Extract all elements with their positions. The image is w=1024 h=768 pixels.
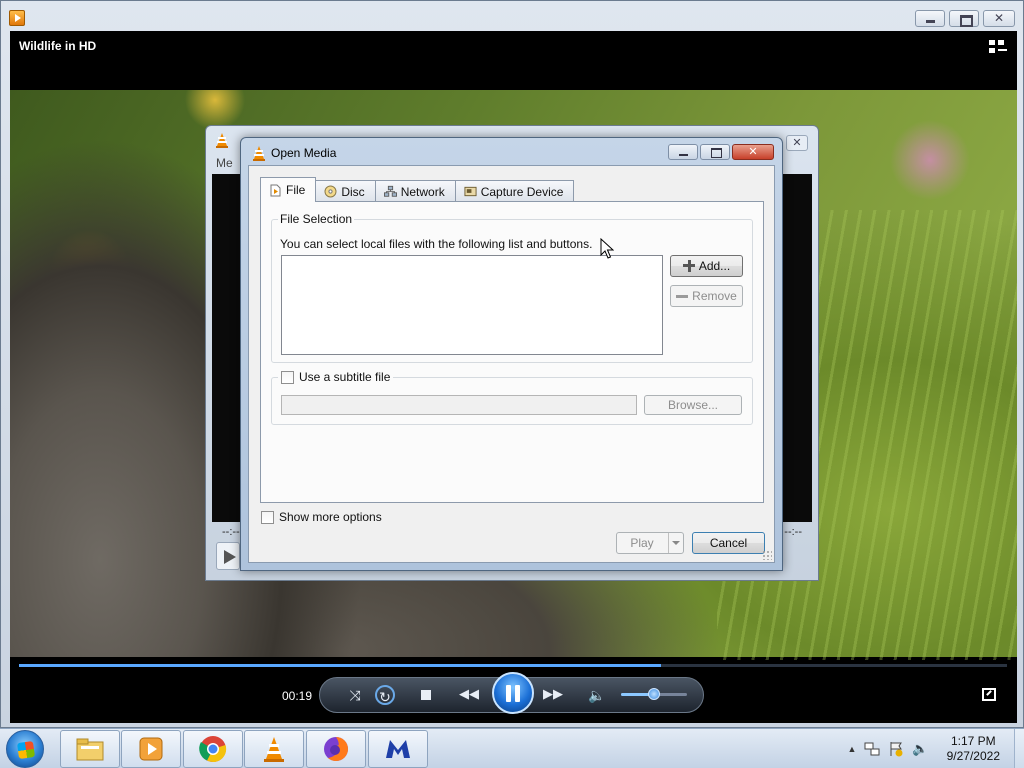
show-more-options-checkbox[interactable] [261,510,274,524]
play-button-label: Play [630,536,654,550]
dialog-close-button[interactable] [732,144,774,160]
show-more-options-label[interactable]: Show more options [279,510,382,524]
tab-network-label: Network [400,184,445,199]
add-button-label: Add... [698,259,731,273]
cancel-button[interactable]: Cancel [692,532,765,554]
wmp-app-icon [9,10,25,26]
taskbar-malwarebytes[interactable] [368,730,428,768]
vlc-time-elapsed: --:-- [222,526,240,538]
tab-capture-device-label: Capture Device [480,184,564,199]
subtitle-checkbox-row[interactable]: Use a subtitle file [278,370,394,384]
file-explorer-icon [76,738,104,761]
subtitle-group: Use a subtitle file Browse... [271,370,753,425]
file-selection-title: File Selection [278,212,355,226]
taskbar-firefox[interactable] [306,730,366,768]
network-status-icon[interactable] [864,741,880,757]
show-more-options-row[interactable]: Show more options [261,510,382,524]
malwarebytes-icon [386,740,410,758]
subtitle-path-field [281,395,637,415]
dialog-minimize-button[interactable] [668,144,698,160]
close-button[interactable] [983,10,1015,27]
file-selection-hint: You can select local files with the foll… [280,237,593,251]
file-icon [270,184,281,196]
action-center-flag-icon[interactable] [888,741,904,757]
cancel-button-label: Cancel [709,536,748,550]
tab-bar: File Disc Network Capture Device [260,177,575,202]
elapsed-time: 00:19 [282,689,313,703]
taskbar: ▲ 🔈 1:17 PM 9/27/2022 [0,728,1024,768]
browse-button[interactable]: Browse... [644,395,742,415]
play-dropdown-arrow-icon[interactable] [668,533,683,553]
mute-icon[interactable]: 🔈 [586,685,608,705]
maximize-button[interactable] [949,10,979,27]
windows-media-player-icon [139,737,163,761]
seek-progress [19,664,662,667]
disc-icon [324,185,337,198]
remove-button-label: Remove [692,289,737,303]
dialog-body: File Disc Network Capture Device File Se… [248,165,775,563]
file-list[interactable] [281,255,663,355]
vlc-cone-icon [216,133,228,148]
add-button[interactable]: Add... [670,255,743,277]
system-tray: ▲ 🔈 1:17 PM 9/27/2022 [848,729,1015,768]
subtitle-checkbox[interactable] [281,370,294,384]
dialog-title: Open Media [271,146,337,160]
play-button[interactable]: Play [616,532,684,554]
volume-tray-icon[interactable]: 🔈 [912,741,928,757]
taskbar-file-explorer[interactable] [60,730,120,768]
browse-button-label: Browse... [667,398,718,412]
show-desktop-button[interactable] [1014,729,1024,768]
previous-icon[interactable]: ◀◀ [458,684,480,704]
clock[interactable]: 1:17 PM 9/27/2022 [947,734,1000,764]
capture-device-icon [464,186,477,197]
stop-icon[interactable] [415,685,437,705]
chrome-icon [199,736,227,763]
media-title: Wildlife in HD [19,39,97,53]
firefox-icon [324,737,349,762]
clock-date: 9/27/2022 [946,749,1000,763]
plus-icon [682,260,695,272]
file-selection-group: File Selection You can select local file… [271,212,753,363]
vlc-cone-icon [253,146,265,161]
start-button[interactable] [6,730,44,768]
tab-disc-label: Disc [341,184,365,199]
pause-button[interactable] [492,672,534,714]
repeat-icon[interactable]: ↻ [375,685,395,705]
volume-knob[interactable] [648,688,660,700]
tab-file-label: File [286,183,306,197]
minimize-button[interactable] [915,10,945,27]
vlc-time-total: --:-- [784,526,802,538]
clock-time: 1:17 PM [950,734,996,748]
taskbar-chrome[interactable] [183,730,243,768]
vlc-close-button[interactable] [786,135,808,151]
show-hidden-icons-icon[interactable]: ▲ [848,744,857,754]
tab-file[interactable]: File [260,177,317,202]
tab-disc[interactable]: Disc [315,180,376,202]
vlc-menu-media[interactable]: Me [216,156,233,170]
next-icon[interactable]: ▶▶ [542,684,564,704]
tab-network[interactable]: Network [374,180,456,202]
minus-icon [676,294,689,298]
taskbar-vlc[interactable] [244,730,304,768]
subtitle-checkbox-label[interactable]: Use a subtitle file [299,370,390,384]
open-media-dialog: Open Media File Disc [240,137,783,571]
file-tab-panel: File Selection You can select local file… [260,201,764,503]
shuffle-icon[interactable]: ⤨ [344,685,366,705]
vlc-play-button[interactable] [216,542,240,570]
tab-capture-device[interactable]: Capture Device [454,180,575,202]
wmp-caption-buttons [915,10,1015,27]
dialog-maximize-button[interactable] [700,144,730,160]
switch-to-library-icon[interactable] [989,40,1007,54]
fullscreen-icon[interactable] [982,688,996,701]
taskbar-windows-media-player[interactable] [121,730,181,768]
dialog-caption-buttons [668,144,774,160]
seek-bar[interactable] [19,664,1007,667]
vlc-icon [264,737,284,762]
remove-button[interactable]: Remove [670,285,743,307]
resize-grip-icon[interactable] [762,550,772,560]
network-icon [383,185,397,197]
